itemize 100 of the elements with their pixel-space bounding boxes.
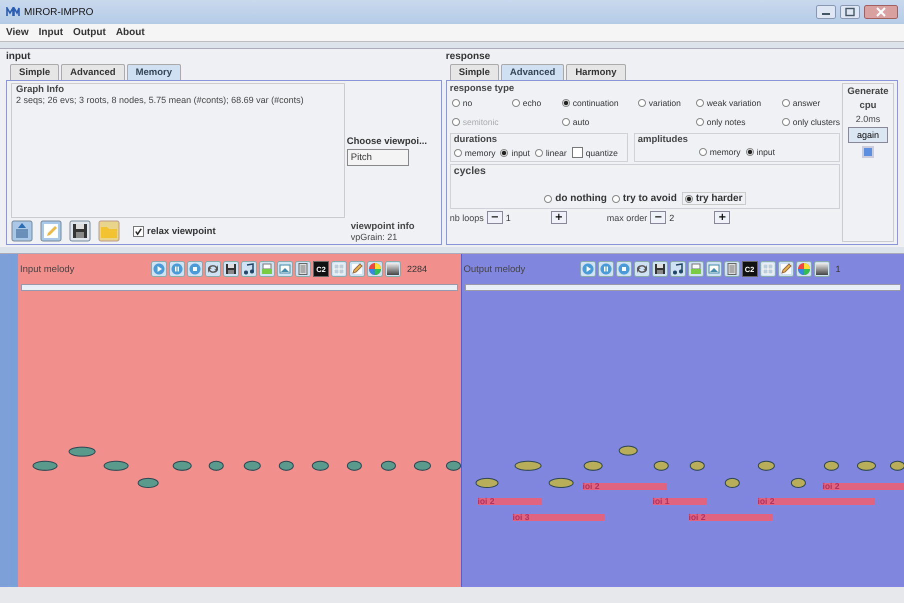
note-shape [414, 460, 431, 471]
note-shape [790, 478, 806, 488]
radio-option[interactable]: memory [454, 147, 496, 158]
menu-item[interactable]: About [116, 27, 145, 38]
radio-option[interactable]: continuation [562, 98, 619, 108]
stop-icon[interactable] [187, 261, 203, 277]
image-icon[interactable] [706, 261, 722, 277]
note-shape [757, 460, 774, 471]
relax-viewpoint-checkbox[interactable]: relax viewpoint [133, 226, 216, 236]
pause-icon[interactable] [598, 261, 614, 277]
spinner-value[interactable]: 1 [506, 212, 548, 222]
radio-option[interactable]: answer [782, 98, 820, 108]
music-note-icon[interactable] [241, 261, 257, 277]
note-shape [32, 460, 58, 471]
window-title: MIROR-IMPRO [24, 6, 94, 18]
pencil-icon[interactable] [778, 261, 794, 277]
radio-option[interactable]: do nothing [544, 192, 607, 205]
music-note-icon[interactable] [670, 261, 686, 277]
menu-item[interactable]: Input [38, 27, 64, 38]
radio-option[interactable]: memory [698, 147, 740, 157]
grid-icon[interactable] [760, 261, 776, 277]
count-text: 1 [836, 264, 841, 274]
radio-option[interactable]: input [500, 147, 530, 158]
radio-option[interactable]: echo [512, 98, 542, 108]
group-title: Generate [847, 86, 889, 97]
tab[interactable]: Simple [450, 64, 499, 80]
note-shape [889, 460, 904, 471]
increment-button[interactable]: + [714, 211, 730, 224]
spinner-label: max order [606, 212, 648, 222]
save-icon[interactable] [652, 261, 668, 277]
melody-title: Input melody [20, 264, 76, 274]
play-icon[interactable] [580, 261, 596, 277]
close-icon[interactable] [864, 5, 898, 19]
radio-option[interactable]: try to avoid [612, 192, 677, 205]
note-shape [244, 460, 261, 471]
radio-option[interactable]: no [452, 98, 472, 108]
note-shape [724, 478, 740, 488]
note-shape [446, 460, 461, 471]
group-title: amplitudes [638, 134, 689, 145]
pause-icon[interactable] [169, 261, 185, 277]
toggle-button[interactable] [862, 146, 874, 158]
save-icon[interactable] [223, 261, 239, 277]
tab[interactable]: Advanced [500, 64, 564, 80]
printer-icon[interactable] [259, 261, 275, 277]
save-icon[interactable] [69, 220, 91, 242]
radio-option[interactable]: only notes [696, 117, 746, 127]
note-shape [172, 460, 192, 471]
tab[interactable]: Memory [126, 64, 181, 80]
edit-icon[interactable] [40, 220, 62, 242]
tab[interactable]: Harmony [566, 64, 626, 80]
color-wheel-icon[interactable] [367, 261, 383, 277]
app-icon [6, 7, 20, 17]
note-shape [823, 460, 838, 471]
again-button[interactable]: again [848, 127, 888, 143]
decrement-button[interactable]: − [486, 211, 503, 224]
spinner-value[interactable]: 2 [669, 212, 712, 222]
note-shape [68, 446, 96, 457]
note-shape [583, 460, 602, 471]
quantize-checkbox[interactable]: quantize [572, 147, 618, 158]
document-icon[interactable] [724, 261, 740, 277]
loop-icon[interactable] [205, 261, 221, 277]
radio-option[interactable]: weak variation [696, 98, 762, 108]
gradient-icon[interactable] [814, 261, 830, 277]
scrollbar[interactable] [21, 284, 458, 291]
note-shape [689, 460, 704, 471]
printer-icon[interactable] [688, 261, 704, 277]
pencil-icon[interactable] [349, 261, 365, 277]
cpu-value: 2.0ms [856, 114, 880, 124]
viewpoint-field[interactable]: Pitch [346, 148, 409, 166]
note-shape [653, 460, 668, 471]
radio-option[interactable]: auto [562, 117, 590, 127]
maximize-icon[interactable] [840, 5, 860, 19]
radio-option[interactable]: variation [638, 98, 681, 108]
upload-icon[interactable] [11, 220, 33, 242]
radio-option[interactable]: linear [534, 147, 567, 158]
increment-button[interactable]: + [550, 211, 567, 224]
document-icon[interactable] [295, 261, 311, 277]
scrollbar[interactable] [464, 284, 901, 291]
note-shape [380, 460, 396, 471]
play-icon[interactable] [151, 261, 167, 277]
radio-option[interactable]: only clusters [782, 117, 840, 127]
tab[interactable]: Simple [10, 64, 60, 80]
decrement-button[interactable]: − [650, 211, 666, 224]
minimize-icon[interactable] [816, 5, 836, 19]
loop-icon[interactable] [634, 261, 650, 277]
gradient-icon[interactable] [385, 261, 401, 277]
image-icon[interactable] [277, 261, 293, 277]
note-shape [856, 460, 876, 471]
stop-icon[interactable] [616, 261, 632, 277]
group-title: viewpoint info [350, 220, 416, 232]
menu-item[interactable]: Output [73, 27, 106, 38]
group-title: durations [454, 134, 498, 145]
tab[interactable]: Advanced [61, 64, 125, 80]
viewpoint-info-text: vpGrain: 21 [350, 232, 398, 242]
group-title: Graph Info [16, 84, 66, 95]
folder-icon[interactable] [98, 220, 120, 242]
color-wheel-icon[interactable] [796, 261, 812, 277]
radio-option[interactable]: input [746, 147, 775, 157]
grid-icon[interactable] [331, 261, 347, 277]
menu-item[interactable]: View [6, 27, 29, 38]
